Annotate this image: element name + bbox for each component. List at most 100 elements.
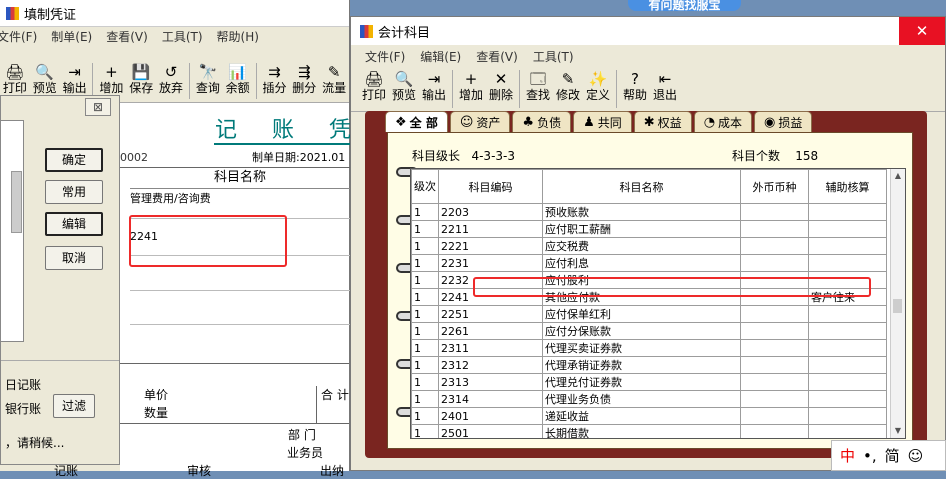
ime-punct[interactable]: •, — [863, 447, 877, 465]
column-currency[interactable]: 外币币种 — [740, 169, 809, 204]
modify-icon: ✎ — [561, 70, 575, 88]
dialog-close-button[interactable]: ⊠ — [85, 98, 111, 116]
menu-item[interactable]: 文件(F) — [0, 28, 37, 45]
cell-name: 应付保单红利 — [542, 305, 741, 323]
toolbar-button-add[interactable]: + 增加 — [456, 67, 486, 111]
menu-item[interactable]: 查看(V) — [106, 28, 148, 45]
toolbar-button-save[interactable]: 💾 保存 — [126, 60, 156, 102]
subject-level-info: 科目级长 4-3-3-3 — [412, 147, 515, 164]
reference-list[interactable] — [1, 120, 24, 342]
table-row[interactable]: 1 2203 预收账款 — [411, 203, 887, 221]
cell-currency — [740, 339, 809, 357]
toolbar-button-delete[interactable]: ✕ 删除 — [486, 67, 516, 111]
subject-reference-dialog: ⊠ 确定 常用 编辑 取消 日记账 银行账 过滤 ，请稍候... — [0, 95, 120, 465]
tab-1[interactable]: ☺ 资产 — [449, 111, 511, 132]
subject-count-info: 科目个数 158 — [732, 147, 818, 164]
cell-aux — [808, 220, 887, 238]
table-row[interactable]: 1 2211 应付职工薪酬 — [411, 220, 887, 238]
table-row[interactable]: 1 2313 代理兑付证券款 — [411, 373, 887, 391]
toolbar-button-balance[interactable]: 📊 余额 — [223, 60, 253, 102]
menu-item[interactable]: 编辑(E) — [420, 48, 461, 65]
tab-label: 成本 — [718, 115, 743, 130]
toolbar-label: 退出 — [652, 88, 677, 102]
toolbar-button-modify[interactable]: ✎ 修改 — [553, 67, 583, 111]
cell-aux — [808, 237, 887, 255]
column-code[interactable]: 科目编码 — [438, 169, 543, 204]
table-row[interactable]: 1 2401 递延收益 — [411, 407, 887, 425]
tab-icon: ☺ — [459, 114, 474, 130]
ime-bar[interactable]: 中 •, 简 ☺ — [831, 440, 946, 471]
ime-mode-chinese[interactable]: 中 — [840, 445, 855, 466]
toolbar-button-delete-row[interactable]: ⇶ 删分 — [289, 60, 319, 102]
ime-simplified[interactable]: 简 — [885, 445, 900, 466]
add-icon: + — [105, 63, 118, 81]
toolbar-button-define[interactable]: ✨ 定义 — [583, 67, 613, 111]
tab-6[interactable]: ◉ 损益 — [754, 111, 813, 132]
common-button[interactable]: 常用 — [45, 180, 103, 204]
tab-5[interactable]: ◔ 成本 — [693, 111, 753, 132]
help-tip[interactable]: 有问题找服宝 — [628, 0, 741, 11]
toolbar-button-abandon[interactable]: ↺ 放弃 — [156, 60, 186, 102]
ime-emoji-icon[interactable]: ☺ — [908, 447, 924, 465]
toolbar-button-query[interactable]: 🔭 查询 — [193, 60, 223, 102]
table-row[interactable]: 1 2231 应付利息 — [411, 254, 887, 272]
balance-icon: 📊 — [228, 63, 247, 81]
toolbar-label: 预览 — [32, 81, 57, 95]
tab-0[interactable]: ❖ 全 部 — [385, 111, 448, 132]
voucher-window-titlebar[interactable]: 填制凭证 — [0, 0, 349, 27]
count-label: 科目个数 — [732, 149, 781, 163]
window-close-button[interactable]: ✕ — [899, 17, 945, 45]
table-row[interactable]: 1 2314 代理业务负债 — [411, 390, 887, 408]
toolbar-button-exit[interactable]: ⇤ 退出 — [650, 67, 680, 111]
clerk-label: 业务员 — [287, 446, 324, 460]
table-row[interactable]: 1 2251 应付保单红利 — [411, 305, 887, 323]
voucher-window: 填制凭证 文件(F) 制单(E) 查看(V) 工具(T) 帮助(H) 🖨 打印 🔍 预览 ⇥ 输出… — [0, 0, 408, 478]
toolbar-button-preview[interactable]: 🔍 预览 — [389, 67, 419, 111]
toolbar-label: 保存 — [129, 81, 154, 95]
subject-window-titlebar[interactable]: 会计科目 ✕ — [351, 17, 945, 45]
toolbar-button-insert-row[interactable]: ⇉ 插分 — [260, 60, 290, 102]
tab-4[interactable]: ✱ 权益 — [633, 111, 692, 132]
menu-item[interactable]: 工具(T) — [533, 48, 574, 65]
cell-currency — [740, 237, 809, 255]
table-row[interactable]: 1 2221 应交税费 — [411, 237, 887, 255]
toolbar-button-find[interactable]: 🗔 查找 — [523, 67, 553, 111]
abandon-icon: ↺ — [164, 63, 178, 81]
column-level[interactable]: 级次 — [411, 169, 439, 204]
subject-table-wrap: 级次 科目编码 科目名称 外币币种 辅助核算 1 2203 预收账款 1 2211 应付职… — [410, 168, 906, 439]
tab-3[interactable]: ♟ 共同 — [573, 111, 632, 132]
table-scrollbar[interactable]: ▲ ▼ — [890, 169, 905, 438]
menu-item[interactable]: 制单(E) — [51, 28, 92, 45]
menu-item[interactable]: 工具(T) — [162, 28, 203, 45]
table-row[interactable]: 1 2261 应付分保账款 — [411, 322, 887, 340]
cell-aux — [808, 356, 887, 374]
tab-2[interactable]: ♣ 负债 — [512, 111, 572, 132]
scroll-thumb[interactable] — [893, 299, 902, 313]
filter-button[interactable]: 过滤 — [53, 394, 95, 418]
toolbar-button-export[interactable]: ⇥ 输出 — [419, 67, 449, 111]
toolbar-separator — [452, 70, 453, 108]
edit-button[interactable]: 编辑 — [45, 212, 103, 236]
toolbar-button-help[interactable]: ? 帮助 — [620, 67, 650, 111]
reference-list-scrollbar[interactable] — [11, 171, 22, 233]
ok-button[interactable]: 确定 — [45, 148, 103, 172]
cell-level: 1 — [411, 407, 439, 425]
menu-item[interactable]: 文件(F) — [365, 48, 405, 65]
bank-check[interactable]: 银行账 — [5, 400, 41, 417]
scroll-down-icon[interactable]: ▼ — [891, 424, 905, 438]
table-row[interactable]: 1 2311 代理买卖证券款 — [411, 339, 887, 357]
journal-check[interactable]: 日记账 — [5, 376, 41, 393]
column-name[interactable]: 科目名称 — [542, 169, 741, 204]
menu-item[interactable]: 帮助(H) — [217, 28, 259, 45]
table-row[interactable]: 1 2312 代理承销证券款 — [411, 356, 887, 374]
table-row[interactable]: 1 2501 长期借款 — [411, 424, 887, 438]
column-aux[interactable]: 辅助核算 — [808, 169, 887, 204]
toolbar-button-flow[interactable]: ✎ 流量 — [319, 60, 349, 102]
menu-item[interactable]: 查看(V) — [476, 48, 518, 65]
cancel-button[interactable]: 取消 — [45, 246, 103, 270]
toolbar-button-print[interactable]: 🖨 打印 — [359, 67, 389, 111]
cell-level: 1 — [411, 322, 439, 340]
scroll-up-icon[interactable]: ▲ — [891, 169, 905, 183]
entry-row-4[interactable] — [130, 292, 350, 325]
toolbar-label: 查找 — [525, 88, 550, 102]
